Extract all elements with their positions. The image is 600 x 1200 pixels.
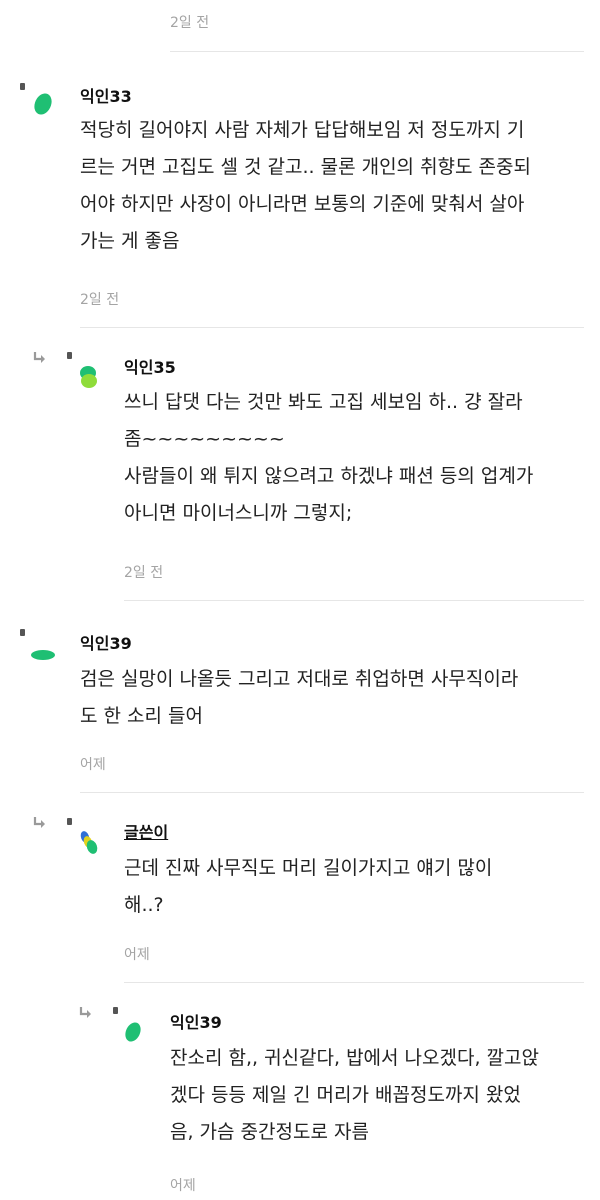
comment-marker bbox=[67, 352, 72, 359]
comment-text: 적당히 길어야지 사람 자체가 답답해보임 저 정도까지 기 르는 거면 고집도… bbox=[80, 119, 531, 252]
reply-arrow-icon bbox=[33, 352, 45, 363]
reply-arrow-icon bbox=[79, 1007, 91, 1018]
divider bbox=[124, 600, 584, 601]
avatar-leaf-icon bbox=[125, 1022, 141, 1042]
comment-marker bbox=[113, 1007, 118, 1014]
comment-text: 근데 진짜 사무직도 머리 길이가지고 얘기 많이 해..? bbox=[124, 857, 493, 916]
comment-author-op[interactable]: 글쓴이 bbox=[124, 819, 168, 843]
comment-author[interactable]: 익인39 bbox=[80, 630, 132, 654]
avatar-leaf-icon bbox=[80, 831, 98, 854]
comment-author[interactable]: 익인35 bbox=[124, 354, 176, 378]
comment-time: 2일 전 bbox=[124, 565, 164, 581]
comment-time: 어제 bbox=[170, 1178, 196, 1194]
avatar-leaf-icon bbox=[34, 93, 52, 115]
divider bbox=[170, 51, 584, 52]
comment-marker bbox=[20, 629, 25, 636]
divider bbox=[80, 792, 584, 793]
comment-text: 검은 실망이 나올듯 그리고 저대로 취업하면 사무직이라 도 한 소리 들어 bbox=[80, 668, 519, 727]
divider bbox=[124, 982, 584, 983]
comment-author[interactable]: 익인33 bbox=[80, 83, 132, 107]
divider bbox=[80, 327, 584, 328]
reply-arrow-icon bbox=[33, 817, 45, 828]
comment-author[interactable]: 익인39 bbox=[170, 1009, 222, 1033]
comment-marker bbox=[20, 83, 25, 90]
comment-marker bbox=[67, 818, 72, 825]
comment-time: 2일 전 bbox=[80, 292, 120, 308]
comment-text: 쓰니 답댓 다는 것만 봐도 고집 세보임 하.. 걍 잘라 좀~~~~~~~~… bbox=[124, 391, 534, 524]
timestamp: 2일 전 bbox=[170, 15, 210, 31]
comment-time: 어제 bbox=[80, 757, 106, 773]
avatar-leaf-icon bbox=[80, 366, 97, 388]
avatar-leaf-icon bbox=[31, 650, 55, 660]
comment-time: 어제 bbox=[124, 947, 150, 963]
comment-text: 잔소리 함,, 귀신같다, 밥에서 나오겠다, 깔고앉 겠다 등등 제일 긴 머… bbox=[170, 1047, 539, 1143]
